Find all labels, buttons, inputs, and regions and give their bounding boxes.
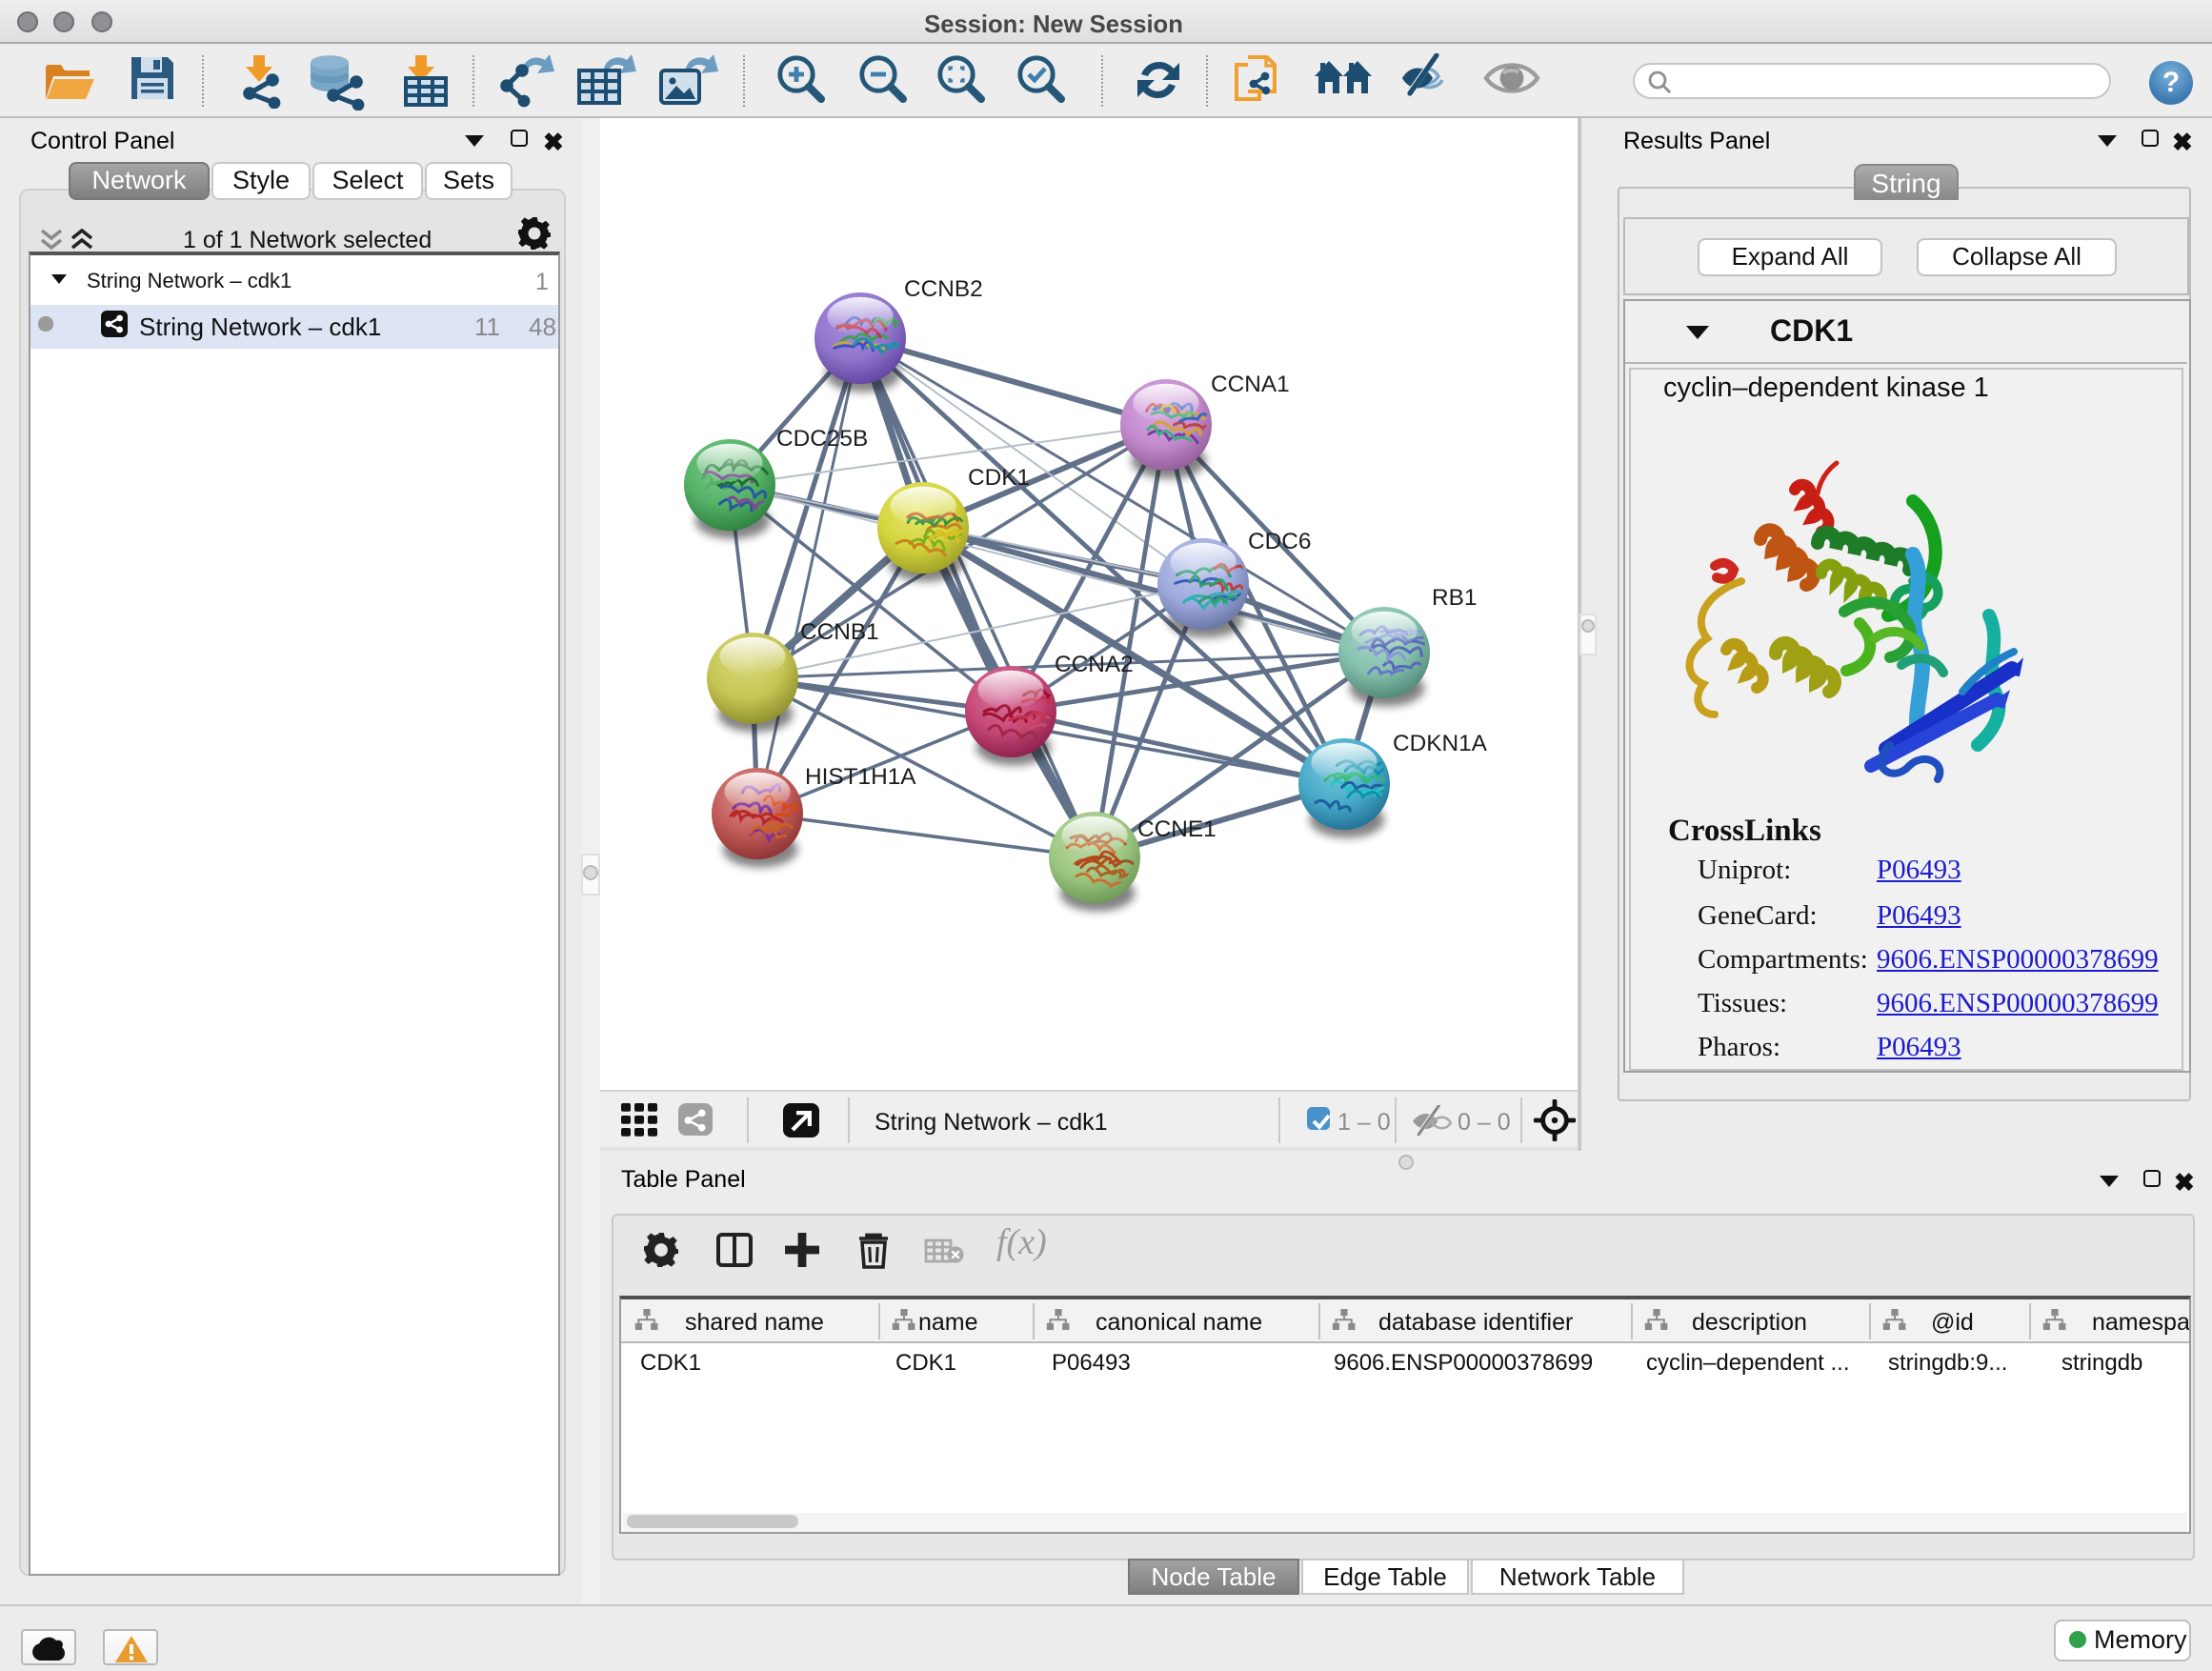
svg-text:RB1: RB1 bbox=[1432, 585, 1477, 611]
svg-text:CDC6: CDC6 bbox=[1248, 529, 1311, 554]
svg-text:CCNB2: CCNB2 bbox=[904, 276, 983, 302]
svg-text:HIST1H1A: HIST1H1A bbox=[805, 764, 916, 790]
svg-text:CDC25B: CDC25B bbox=[776, 426, 868, 452]
svg-text:CCNE1: CCNE1 bbox=[1137, 816, 1217, 842]
svg-text:CCNB1: CCNB1 bbox=[800, 619, 879, 645]
svg-text:CCNA1: CCNA1 bbox=[1211, 372, 1290, 397]
svg-text:CCNA2: CCNA2 bbox=[1055, 652, 1134, 677]
svg-text:CDK1: CDK1 bbox=[968, 465, 1030, 491]
svg-text:CDKN1A: CDKN1A bbox=[1393, 731, 1488, 756]
